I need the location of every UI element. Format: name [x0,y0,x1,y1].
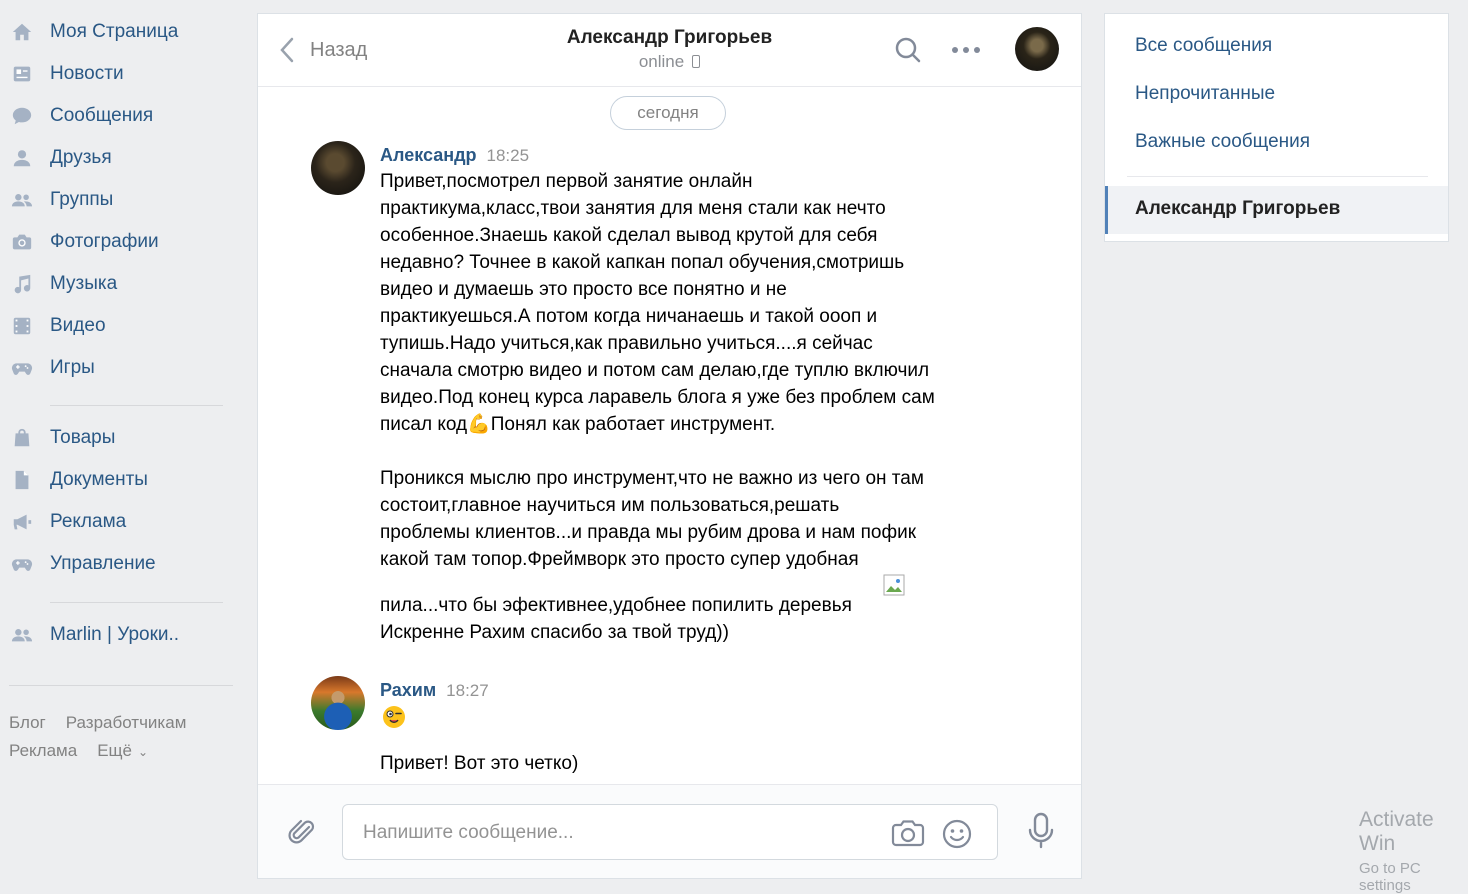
groups-icon [10,624,34,646]
message-author[interactable]: Александр [380,145,477,165]
nav-item-ads[interactable]: Реклама [0,504,230,540]
nav-label: Marlin | Уроки.. [50,624,180,645]
nav-label: Реклама [50,511,127,532]
nav-label: Товары [50,427,116,448]
date-divider: сегодня [610,96,726,130]
message-composer [258,784,1081,878]
shopping-bag-icon [10,427,34,449]
footer-links: Блог Разработчикам [9,713,206,733]
music-icon [10,273,34,295]
nav-item-music[interactable]: Музыка [0,266,230,302]
nav-item-games[interactable]: Игры [0,350,230,386]
winking-face-emoji-icon [383,706,405,728]
groups-icon [10,189,34,211]
nav-label: Моя Страница [50,21,179,42]
message-header: Александр 18:25 [380,145,529,166]
footer-more-link[interactable]: Ещё ⌄ [97,741,148,760]
more-icon[interactable] [950,44,982,56]
search-icon[interactable] [894,36,922,64]
nav-item-video[interactable]: Видео [0,308,230,344]
gamepad-icon [10,357,34,379]
nav-label: Друзья [50,147,112,168]
nav-label: Игры [50,357,95,378]
nav-item-group-marlin[interactable]: Marlin | Уроки.. [0,617,230,653]
nav-separator [50,405,223,406]
nav-item-friends[interactable]: Друзья [0,140,230,176]
chevron-down-icon: ⌄ [137,745,149,759]
nav-label: Группы [50,189,114,210]
nav-item-messages[interactable]: Сообщения [0,98,230,134]
panel-separator [1127,176,1428,177]
footer-more-label: Ещё [97,741,132,760]
nav-label: Видео [50,315,106,336]
nav-item-goods[interactable]: Товары [0,420,230,456]
message-text: Привет! Вот это четко) [380,753,579,774]
nav-label: Управление [50,553,156,574]
nav-item-groups[interactable]: Группы [0,182,230,218]
footer-links: Реклама Ещё ⌄ [9,741,168,761]
messages-icon [10,105,34,127]
nav-label: Новости [50,63,124,84]
nav-separator [50,602,223,603]
nav-label: Фотографии [50,231,159,252]
nav-label: Сообщения [50,105,154,126]
avatar[interactable] [311,141,365,195]
footer-ads-link[interactable]: Реклама [9,741,77,760]
mobile-phone-icon [692,55,701,68]
paperclip-icon[interactable] [286,815,318,849]
os-activation-watermark: Activate Win Go to PC settings [1359,808,1468,894]
footer-developers-link[interactable]: Разработчикам [66,713,187,732]
nav-item-management[interactable]: Управление [0,546,230,582]
filter-unread[interactable]: Непрочитанные [1135,83,1275,105]
conversation-name: Александр Григорьев [1135,198,1341,219]
message-time: 18:27 [446,681,489,700]
message-input-box [342,804,998,860]
megaphone-icon [10,511,34,533]
active-conversation-item[interactable]: Александр Григорьев [1105,186,1448,234]
nav-label: Музыка [50,273,118,294]
message-time: 18:25 [486,146,530,165]
smile-icon[interactable] [941,818,973,850]
nav-item-photos[interactable]: Фотографии [0,224,230,260]
friends-icon [10,147,34,169]
peer-name[interactable]: Александр Григорьев [567,27,772,49]
conversations-panel: Все сообщения Непрочитанные Важные сообщ… [1104,13,1449,242]
filter-all-messages[interactable]: Все сообщения [1135,35,1272,57]
nav-item-news[interactable]: Новости [0,56,230,92]
camera-icon [10,231,34,253]
camera-icon[interactable] [891,818,925,848]
filter-important[interactable]: Важные сообщения [1135,131,1310,153]
message-header: Рахим 18:27 [380,680,489,701]
message-input[interactable] [361,817,885,849]
video-icon [10,315,34,337]
footer-blog-link[interactable]: Блог [9,713,46,732]
peer-avatar[interactable] [1015,27,1059,71]
home-icon [10,21,34,43]
message-text: пила...что бы эфективнее,удобнее попилит… [380,595,852,643]
avatar[interactable] [311,676,365,730]
chat-header: Назад Александр Григорьев online [258,14,1081,87]
gamepad-icon [10,553,34,575]
nav-item-documents[interactable]: Документы [0,462,230,498]
news-icon [10,63,34,85]
message-author[interactable]: Рахим [380,680,436,700]
message-text: Привет,посмотрел первой занятие онлайн п… [380,171,935,570]
chat-panel: Назад Александр Григорьев online сегодня… [257,13,1082,879]
nav-item-my-page[interactable]: Моя Страница [0,14,230,50]
microphone-icon[interactable] [1026,812,1056,850]
nav-label: Документы [50,469,148,490]
status-text: online [638,52,685,71]
nav-separator [9,685,233,686]
document-icon [10,469,34,491]
watermark-title: Activate Win [1359,808,1434,855]
